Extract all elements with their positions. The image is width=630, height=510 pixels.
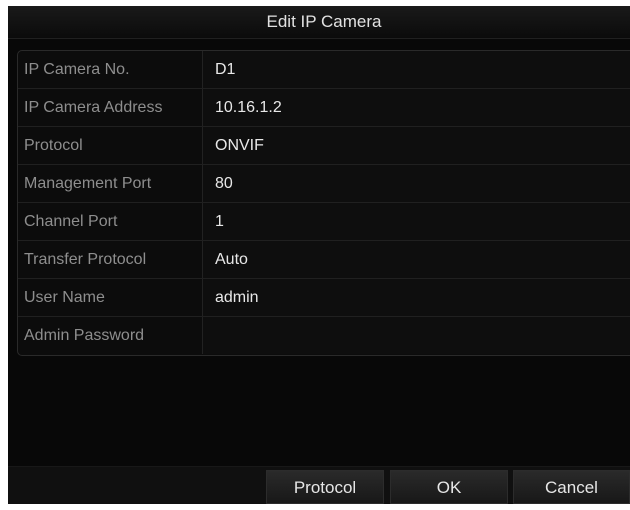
protocol-label: Protocol bbox=[24, 137, 83, 154]
user-name-field[interactable]: admin bbox=[202, 279, 630, 316]
ok-button[interactable]: OK bbox=[390, 470, 508, 504]
dialog-title: Edit IP Camera bbox=[266, 12, 382, 31]
channel-port-label: Channel Port bbox=[24, 213, 118, 230]
row-ip-camera-address: IP Camera Address 10.16.1.2 bbox=[18, 89, 630, 127]
row-management-port: Management Port 80 bbox=[18, 165, 630, 203]
ip-camera-address-value: 10.16.1.2 bbox=[215, 99, 282, 116]
management-port-value: 80 bbox=[215, 175, 233, 192]
transfer-protocol-dropdown[interactable]: Auto ⌄ bbox=[202, 241, 630, 278]
user-name-value: admin bbox=[215, 289, 259, 306]
dialog-title-bar: Edit IP Camera bbox=[8, 6, 630, 39]
protocol-value: ONVIF bbox=[215, 137, 264, 154]
management-port-label: Management Port bbox=[24, 175, 152, 192]
row-channel-port: Channel Port 1 ⌄ bbox=[18, 203, 630, 241]
edit-ip-camera-dialog: Edit IP Camera IP Camera No. D1 IP Camer… bbox=[8, 6, 630, 504]
row-admin-password: Admin Password bbox=[18, 317, 630, 354]
cancel-button[interactable]: Cancel bbox=[513, 470, 630, 504]
row-user-name: User Name admin bbox=[18, 279, 630, 317]
protocol-button[interactable]: Protocol bbox=[266, 470, 384, 504]
ip-camera-no-field[interactable]: D1 bbox=[202, 51, 630, 88]
channel-port-dropdown[interactable]: 1 ⌄ bbox=[202, 203, 630, 240]
transfer-protocol-label: Transfer Protocol bbox=[24, 251, 147, 268]
user-name-label: User Name bbox=[24, 289, 105, 306]
admin-password-field[interactable] bbox=[202, 317, 630, 354]
row-ip-camera-no: IP Camera No. D1 bbox=[18, 51, 630, 89]
ip-camera-address-label: IP Camera Address bbox=[24, 99, 163, 116]
management-port-field[interactable]: 80 bbox=[202, 165, 630, 202]
camera-settings-form: IP Camera No. D1 IP Camera Address 10.16… bbox=[17, 50, 630, 356]
row-protocol: Protocol ONVIF ⌄ bbox=[18, 127, 630, 165]
ip-camera-no-value: D1 bbox=[215, 61, 236, 78]
channel-port-value: 1 bbox=[215, 213, 224, 230]
ip-camera-address-field[interactable]: 10.16.1.2 bbox=[202, 89, 630, 126]
ip-camera-no-label: IP Camera No. bbox=[24, 61, 130, 78]
admin-password-label: Admin Password bbox=[24, 327, 145, 344]
protocol-dropdown[interactable]: ONVIF ⌄ bbox=[202, 127, 630, 164]
row-transfer-protocol: Transfer Protocol Auto ⌄ bbox=[18, 241, 630, 279]
transfer-protocol-value: Auto bbox=[215, 251, 248, 268]
